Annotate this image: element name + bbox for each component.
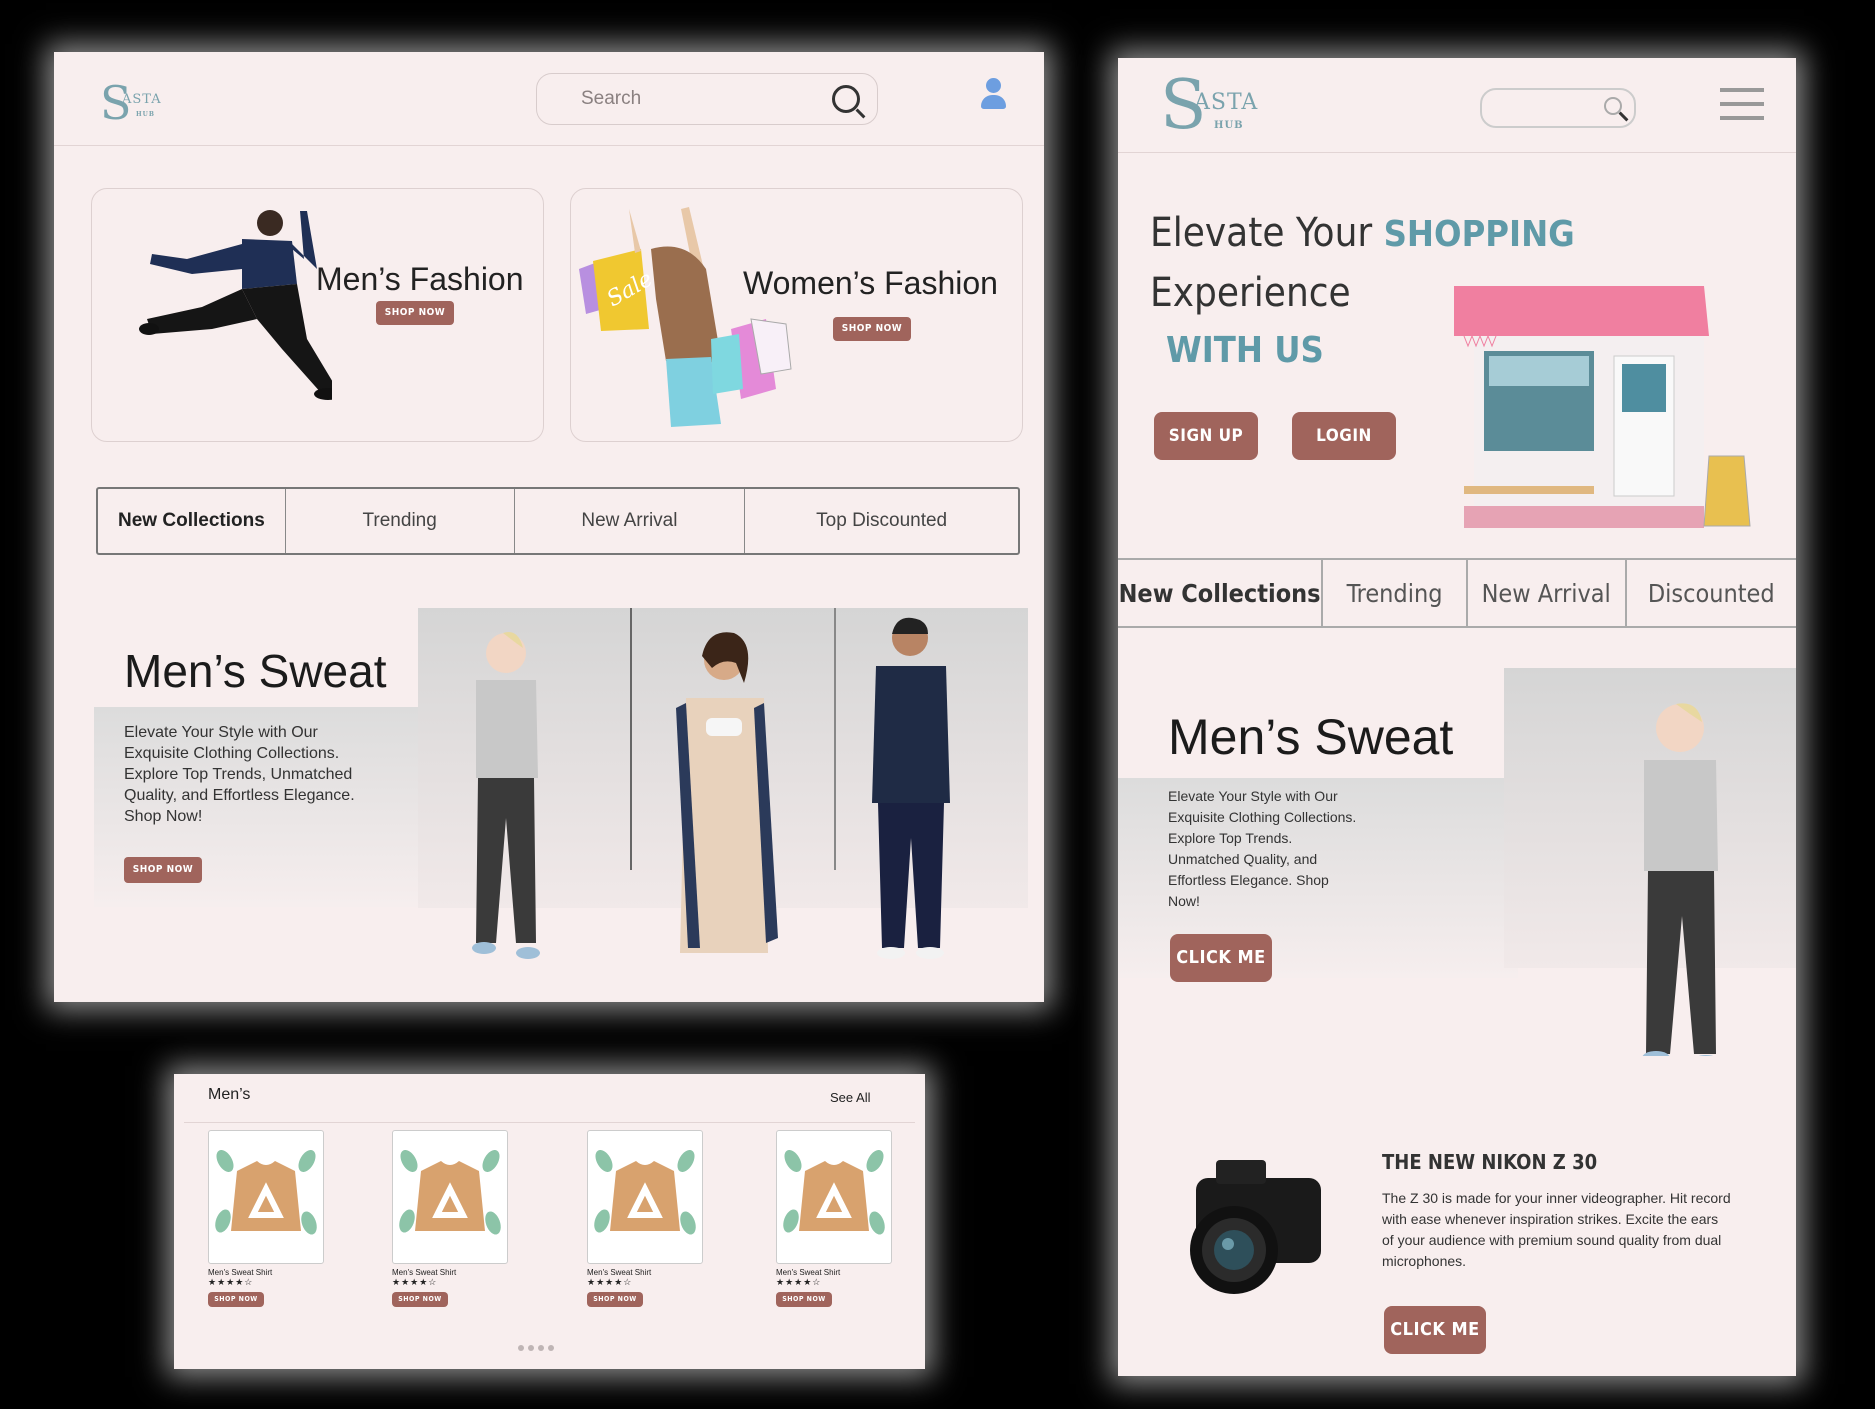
sweatshirt-image xyxy=(776,1130,892,1264)
womens-fashion-card[interactable]: Sale Women’s Fashion SHOP NOW xyxy=(570,188,1023,442)
header-divider xyxy=(54,145,1044,146)
tab-trending[interactable]: Trending xyxy=(1323,560,1468,626)
product-card[interactable]: Men's Sweat Shirt ★★★★☆ SHOP NOW xyxy=(392,1130,510,1307)
product-rating: ★★★★☆ xyxy=(587,1277,633,1287)
mens-fashion-model-image xyxy=(139,210,332,400)
tab-top-discounted[interactable]: Top Discounted xyxy=(745,489,1018,553)
product-name: Men's Sweat Shirt xyxy=(587,1268,652,1277)
mens-fashion-card[interactable]: Men’s Fashion SHOP NOW xyxy=(91,188,544,442)
hero-title: Men’s Sweat xyxy=(1168,709,1454,765)
promo-title: THE NEW NIKON Z 30 xyxy=(1382,1150,1598,1174)
hero-models-image xyxy=(472,617,950,959)
hero-title: Men’s Sweat xyxy=(124,645,387,697)
pager-dot[interactable] xyxy=(518,1345,524,1351)
section-title: Men’s xyxy=(208,1086,251,1103)
logo-text: ASTA xyxy=(122,92,162,107)
promo-description: The Z 30 is made for your inner videogra… xyxy=(1382,1190,1731,1269)
product-card[interactable]: Men's Sweat Shirt ★★★★☆ SHOP NOW xyxy=(776,1130,894,1307)
search-icon[interactable] xyxy=(1604,97,1622,115)
mens-shop-now-button[interactable]: SHOP NOW xyxy=(376,301,454,325)
hero-click-me-button[interactable]: CLICK ME xyxy=(1170,934,1272,982)
collection-tabs: New Collections Trending New Arrival Dis… xyxy=(1118,558,1796,628)
product-shop-now-button[interactable]: SHOP NOW xyxy=(392,1292,448,1307)
search-bar[interactable] xyxy=(1480,88,1636,128)
promo-click-me-button[interactable]: CLICK ME xyxy=(1384,1306,1486,1354)
desktop-homepage: S ASTA HUB Search Men’s Fashion SHOP NOW xyxy=(54,52,1044,1002)
product-name: Men's Sweat Shirt xyxy=(776,1268,841,1277)
product-card[interactable]: Men's Sweat Shirt ★★★★☆ SHOP NOW xyxy=(587,1130,705,1307)
mobile-homepage: S ASTA HUB Elevate Your SHOPPING Experie… xyxy=(1118,58,1796,1376)
product-name: Men's Sweat Shirt xyxy=(392,1268,457,1277)
header-divider xyxy=(1118,152,1796,153)
logo-sub: HUB xyxy=(1214,120,1244,131)
tab-new-collections[interactable]: New Collections xyxy=(1118,560,1324,626)
womens-shop-now-button[interactable]: SHOP NOW xyxy=(833,317,911,341)
collection-tabs: New Collections Trending New Arrival Top… xyxy=(96,487,1020,555)
site-logo[interactable]: S ASTA HUB xyxy=(100,80,180,130)
hero-model-image xyxy=(1642,703,1718,1056)
hero-shop-now-button[interactable]: SHOP NOW xyxy=(124,857,202,883)
product-rating: ★★★★☆ xyxy=(392,1277,438,1287)
see-all-link[interactable]: See All xyxy=(830,1090,870,1105)
product-rating: ★★★★☆ xyxy=(776,1277,822,1287)
tab-new-arrival[interactable]: New Arrival xyxy=(515,489,746,553)
login-button[interactable]: LOGIN xyxy=(1292,412,1396,460)
pager-dot[interactable] xyxy=(528,1345,534,1351)
product-shop-now-button[interactable]: SHOP NOW xyxy=(208,1292,264,1307)
site-logo[interactable]: S ASTA HUB xyxy=(1160,72,1270,142)
hero-description: Elevate Your Style with Our Exquisite Cl… xyxy=(1168,788,1357,909)
product-rating: ★★★★☆ xyxy=(208,1277,254,1287)
tab-trending[interactable]: Trending xyxy=(286,489,515,553)
search-icon[interactable] xyxy=(832,85,860,113)
user-icon[interactable] xyxy=(974,76,1014,120)
product-shop-now-button[interactable]: SHOP NOW xyxy=(587,1292,643,1307)
pager-dot[interactable] xyxy=(548,1345,554,1351)
logo-sub: HUB xyxy=(136,111,155,118)
logo-text: ASTA xyxy=(1194,90,1259,115)
storefront-illustration xyxy=(1454,286,1751,528)
womens-fashion-illustration: Sale xyxy=(579,207,792,427)
tab-new-arrival[interactable]: New Arrival xyxy=(1468,560,1627,626)
product-card[interactable]: Men's Sweat Shirt ★★★★☆ SHOP NOW xyxy=(208,1130,326,1307)
sweatshirt-image xyxy=(392,1130,508,1264)
section-divider xyxy=(184,1122,915,1123)
mens-products-section: Men’s See All Men's Sweat Shirt ★★★★☆ SH… xyxy=(174,1074,925,1369)
headline-highlight: SHOPPING xyxy=(1383,214,1575,255)
hero-description: Elevate Your Style with Our Exquisite Cl… xyxy=(124,724,355,825)
product-name: Men's Sweat Shirt xyxy=(208,1268,273,1277)
search-bar[interactable]: Search xyxy=(536,73,878,125)
mens-fashion-title: Men’s Fashion xyxy=(316,261,524,297)
product-shop-now-button[interactable]: SHOP NOW xyxy=(776,1292,832,1307)
tab-discounted[interactable]: Discounted xyxy=(1627,560,1796,626)
sweatshirt-image xyxy=(587,1130,703,1264)
signup-button[interactable]: SIGN UP xyxy=(1154,412,1258,460)
camera-image xyxy=(1190,1160,1321,1294)
carousel-pager[interactable] xyxy=(518,1338,558,1356)
search-input[interactable]: Search xyxy=(581,88,641,110)
hamburger-menu-icon[interactable] xyxy=(1720,88,1764,124)
sweatshirt-image xyxy=(208,1130,324,1264)
tab-new-collections[interactable]: New Collections xyxy=(98,489,286,553)
womens-fashion-title: Women’s Fashion xyxy=(743,265,998,301)
headline-line1: Elevate Your xyxy=(1150,210,1373,256)
pager-dot[interactable] xyxy=(538,1345,544,1351)
